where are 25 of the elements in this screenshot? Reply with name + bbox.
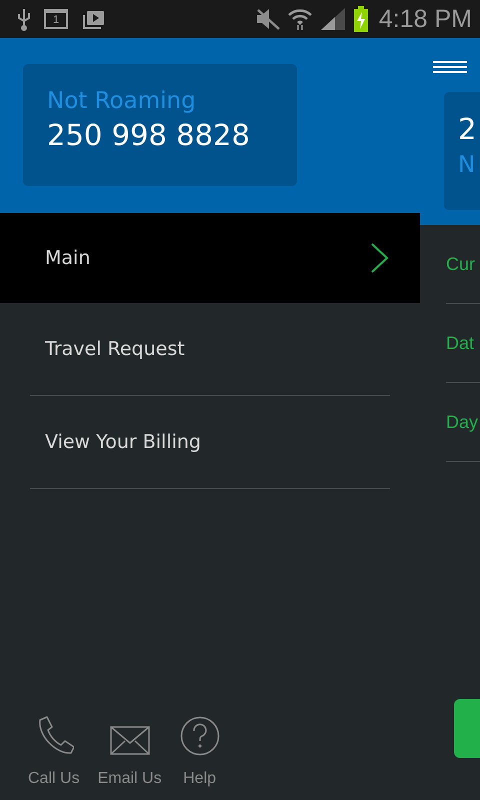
menu-item[interactable]: View Your Billing — [30, 396, 390, 489]
envelope-icon — [110, 726, 150, 756]
menu-item[interactable]: Travel Request — [30, 303, 390, 396]
list-row[interactable]: Cur — [446, 225, 480, 304]
contact-button[interactable]: Help — [180, 716, 220, 788]
menu-icon[interactable] — [433, 60, 467, 74]
wifi-icon — [286, 7, 313, 31]
list-row[interactable]: Day — [446, 383, 480, 462]
card-text: N — [458, 152, 476, 178]
menu-item[interactable]: Main — [0, 213, 420, 303]
calendar-icon: 1 — [44, 9, 68, 29]
list-row[interactable]: Dat — [446, 304, 480, 383]
chevron-icon — [370, 242, 390, 274]
signal-icon — [318, 7, 347, 31]
mute-icon — [254, 8, 281, 30]
contact-button[interactable]: Email Us — [98, 716, 162, 788]
contact-button[interactable]: Call Us — [28, 716, 80, 788]
card-text: 2 — [458, 112, 478, 146]
account-card[interactable]: Not Roaming 250 998 8828 — [23, 64, 297, 186]
phone-number: 250 998 8828 — [47, 118, 251, 152]
usb-icon — [16, 7, 32, 31]
battery-icon — [352, 6, 369, 32]
help-icon — [180, 716, 220, 756]
clock: 4:18 PM — [378, 4, 472, 34]
roaming-status: Not Roaming — [47, 88, 197, 114]
